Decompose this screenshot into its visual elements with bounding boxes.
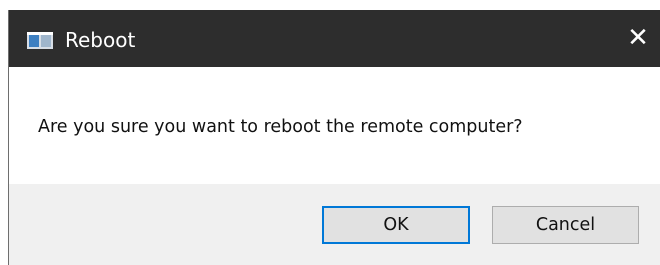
- dialog-body: Are you sure you want to reboot the remo…: [9, 67, 660, 184]
- window-app-icon: [27, 32, 53, 49]
- cancel-button[interactable]: Cancel: [492, 206, 639, 244]
- window-title: Reboot: [65, 28, 136, 52]
- ok-button[interactable]: OK: [322, 206, 470, 244]
- confirmation-message: Are you sure you want to reboot the remo…: [38, 117, 523, 137]
- reboot-dialog: Reboot ✕ Are you sure you want to reboot…: [8, 10, 660, 265]
- button-bar: OK Cancel: [9, 184, 660, 265]
- close-icon[interactable]: ✕: [622, 22, 654, 54]
- title-bar[interactable]: Reboot ✕: [9, 10, 660, 67]
